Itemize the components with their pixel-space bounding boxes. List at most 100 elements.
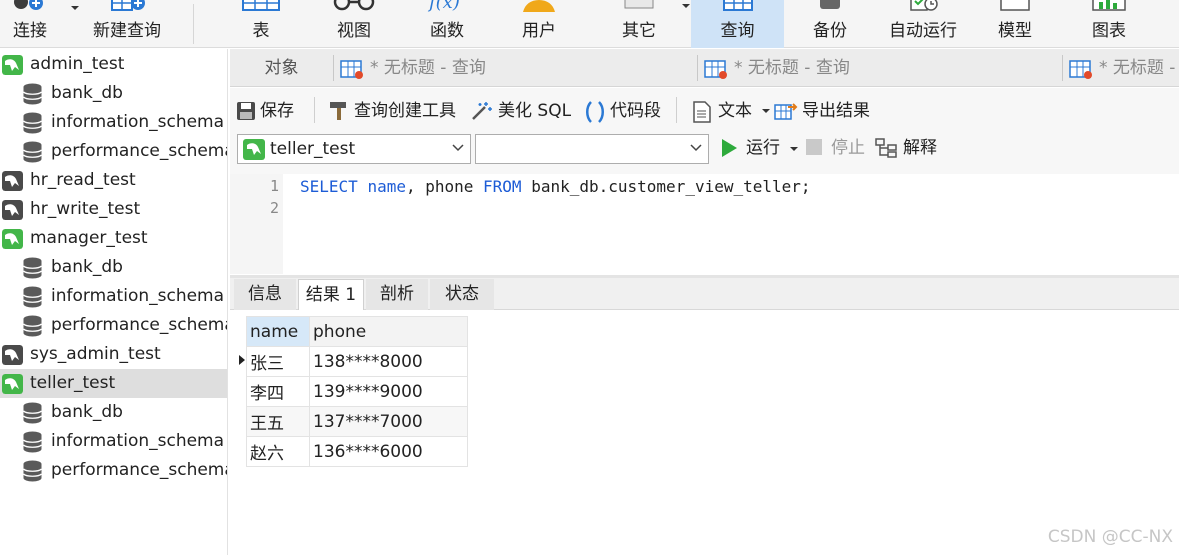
sql-code[interactable]: SELECT name, phone FROM bank_db.customer… bbox=[300, 176, 811, 198]
sql-keyword: name bbox=[367, 177, 406, 196]
sidebar-item-label: information_schema bbox=[51, 286, 225, 306]
view-glasses-icon bbox=[333, 0, 375, 11]
tab-info[interactable]: 信息 bbox=[234, 279, 296, 310]
navicat-window: 连接 新建查询 表 视图 f(x) 函数 用户 其它 查询 备份 自动运行 模型… bbox=[0, 0, 1179, 555]
table-row[interactable]: 李四 139****9000 bbox=[246, 376, 468, 407]
table-row[interactable]: 赵六 136****6000 bbox=[246, 436, 468, 467]
connect-button[interactable]: 连接 bbox=[0, 0, 60, 48]
sidebar-item-label: manager_test bbox=[30, 228, 148, 248]
sidebar-connection[interactable]: hr_read_test bbox=[0, 166, 227, 195]
run-button[interactable]: 运行 bbox=[720, 136, 792, 160]
tab-status[interactable]: 状态 bbox=[430, 279, 494, 310]
result-grid: name phone 张三 138****8000 李四 139****9000… bbox=[246, 316, 468, 467]
sidebar-database[interactable]: information_schema bbox=[0, 427, 227, 456]
chart-button[interactable]: 图表 bbox=[1064, 0, 1154, 48]
sidebar-database[interactable]: information_schema bbox=[0, 108, 227, 137]
cell-name[interactable]: 张三 bbox=[246, 346, 310, 377]
function-button[interactable]: f(x) 函数 bbox=[403, 0, 491, 48]
other-button[interactable]: 其它 bbox=[596, 0, 682, 48]
sql-text: bank_db.customer_view_teller; bbox=[521, 177, 811, 196]
sidebar-database[interactable]: performance_schema bbox=[0, 311, 227, 340]
table-row[interactable]: 王五 137****7000 bbox=[246, 406, 468, 437]
auto-run-button[interactable]: 自动运行 bbox=[878, 0, 968, 48]
table-icon bbox=[242, 0, 280, 11]
sidebar-database[interactable]: bank_db bbox=[0, 79, 227, 108]
user-button[interactable]: 用户 bbox=[495, 0, 583, 48]
play-icon bbox=[722, 139, 737, 157]
query-tab-icon bbox=[704, 60, 727, 79]
sidebar-connection[interactable]: sys_admin_test bbox=[0, 340, 227, 369]
function-fx-icon: f(x) bbox=[427, 0, 460, 13]
new-query-button[interactable]: 新建查询 bbox=[84, 0, 170, 48]
database-select[interactable] bbox=[475, 134, 709, 164]
sidebar-connection[interactable]: teller_test bbox=[0, 369, 227, 398]
sidebar-item-label: performance_schema bbox=[51, 315, 227, 335]
result-grid-area: name phone 张三 138****8000 李四 139****9000… bbox=[230, 310, 1179, 555]
connection-select[interactable]: teller_test bbox=[237, 134, 471, 164]
sidebar-item-label: information_schema bbox=[51, 112, 225, 132]
run-dropdown-icon[interactable] bbox=[790, 146, 798, 152]
sidebar-database[interactable]: performance_schema bbox=[0, 456, 227, 485]
magic-wand-icon bbox=[472, 102, 492, 120]
cell-name[interactable]: 李四 bbox=[246, 376, 310, 407]
cell-phone[interactable]: 136****6000 bbox=[309, 436, 468, 467]
connection-tree: admin_test bank_db information_schema perfo… bbox=[0, 49, 228, 555]
database-icon bbox=[23, 286, 42, 308]
save-button[interactable]: 保存 bbox=[236, 99, 306, 123]
parentheses-icon bbox=[586, 101, 604, 123]
tab-query-2[interactable]: * 无标题 - 查询 bbox=[698, 49, 1062, 87]
line-number: 2 bbox=[269, 199, 279, 217]
connect-dropdown-icon[interactable] bbox=[70, 4, 80, 12]
sidebar-database[interactable]: information_schema bbox=[0, 282, 227, 311]
sidebar-connection[interactable]: manager_test bbox=[0, 224, 227, 253]
database-icon bbox=[23, 431, 42, 453]
database-icon bbox=[23, 257, 42, 279]
other-icon bbox=[624, 0, 654, 9]
database-icon bbox=[23, 141, 42, 163]
export-results-button[interactable]: 导出结果 bbox=[774, 99, 886, 123]
selector-row: teller_test 运行 停止 解释 bbox=[230, 132, 1179, 174]
database-icon bbox=[23, 112, 42, 134]
beautify-sql-button[interactable]: 美化 SQL bbox=[470, 99, 578, 123]
sql-keyword: FROM bbox=[483, 177, 522, 196]
other-dropdown-icon[interactable] bbox=[681, 2, 691, 10]
column-header-phone[interactable]: phone bbox=[309, 316, 468, 347]
tab-profile[interactable]: 剖析 bbox=[366, 279, 428, 310]
sql-editor[interactable]: 1 2 SELECT name, phone FROM bank_db.cust… bbox=[230, 174, 1179, 274]
table-row[interactable]: 张三 138****8000 bbox=[246, 346, 468, 377]
sidebar-connection[interactable]: admin_test bbox=[0, 50, 227, 79]
query-button[interactable]: 查询 bbox=[691, 0, 784, 48]
tab-result-1[interactable]: 结果 1 bbox=[298, 279, 364, 310]
sidebar-database[interactable]: bank_db bbox=[0, 253, 227, 282]
sidebar-item-label: performance_schema bbox=[51, 460, 227, 480]
cell-phone[interactable]: 138****8000 bbox=[309, 346, 468, 377]
sidebar-database[interactable]: bank_db bbox=[0, 398, 227, 427]
tab-query-1[interactable]: * 无标题 - 查询 bbox=[334, 49, 697, 87]
tab-query-3[interactable]: * 无标题 - 查询 bbox=[1063, 49, 1179, 87]
cell-name[interactable]: 赵六 bbox=[246, 436, 310, 467]
query-builder-button[interactable]: 查询创建工具 bbox=[328, 99, 464, 123]
code-snippet-button[interactable]: 代码段 bbox=[584, 99, 668, 123]
column-header-name[interactable]: name bbox=[246, 316, 310, 347]
view-button[interactable]: 视图 bbox=[310, 0, 398, 48]
model-button[interactable]: 模型 bbox=[972, 0, 1058, 48]
stop-button[interactable]: 停止 bbox=[805, 136, 871, 160]
query-tab-icon bbox=[1069, 60, 1092, 79]
cell-name[interactable]: 王五 bbox=[246, 406, 310, 437]
cell-phone[interactable]: 139****9000 bbox=[309, 376, 468, 407]
text-dropdown-icon[interactable] bbox=[762, 108, 770, 114]
database-icon bbox=[23, 315, 42, 337]
query-tab-icon bbox=[340, 60, 363, 79]
sidebar-connection[interactable]: hr_write_test bbox=[0, 195, 227, 224]
cell-phone[interactable]: 137****7000 bbox=[309, 406, 468, 437]
sidebar-database[interactable]: performance_schema bbox=[0, 137, 227, 166]
chevron-down-icon bbox=[452, 144, 464, 152]
auto-run-icon bbox=[910, 0, 938, 11]
text-mode-button[interactable]: 文本 bbox=[692, 99, 772, 123]
connection-open-icon bbox=[2, 229, 23, 249]
tab-objects[interactable]: 对象 bbox=[230, 49, 333, 87]
explain-button[interactable]: 解释 bbox=[875, 136, 945, 160]
table-button[interactable]: 表 bbox=[220, 0, 302, 48]
backup-button[interactable]: 备份 bbox=[786, 0, 874, 48]
sidebar-item-label: bank_db bbox=[51, 83, 123, 103]
